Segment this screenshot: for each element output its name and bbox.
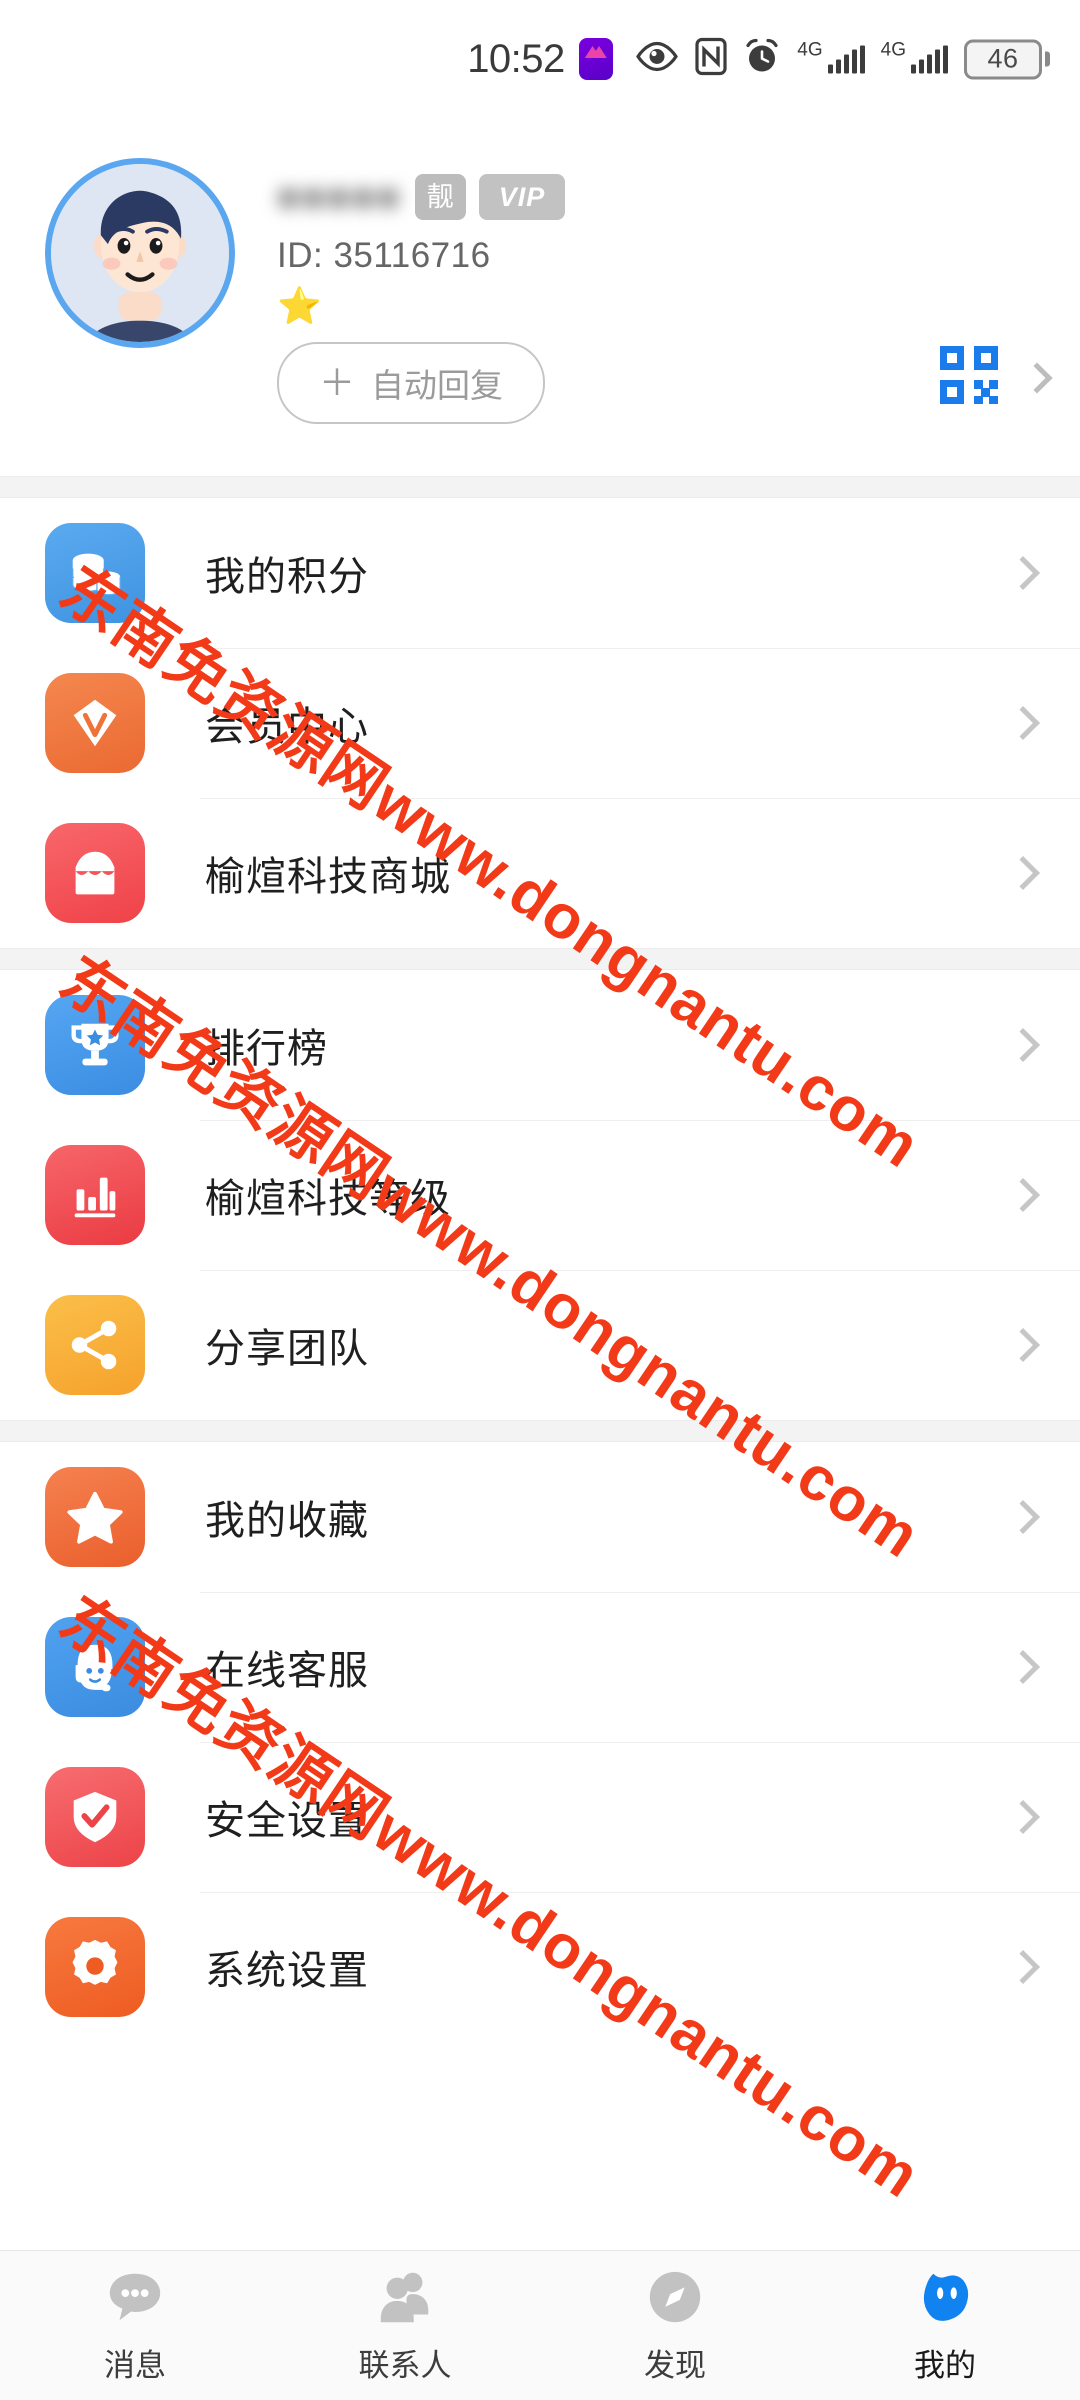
user-id: ID: 35116716 (277, 236, 491, 275)
chevron-right-icon (1006, 1650, 1040, 1684)
tab-contacts-label: 联系人 (358, 2348, 452, 2383)
battery-level-text: 46 (987, 43, 1019, 74)
list-item[interactable]: 在线客服 (0, 1592, 1080, 1742)
share-icon (45, 1295, 145, 1395)
chat-bubble-icon (104, 2266, 166, 2328)
list-item[interactable]: 排行榜 (0, 970, 1080, 1120)
list-item-label: 我的收藏 (205, 1499, 369, 1543)
bottom-navigation: 消息 联系人 发现 我的 (0, 2250, 1080, 2400)
tab-discover[interactable]: 发现 (540, 2251, 810, 2400)
battery-body: 46 (964, 39, 1042, 79)
qr-code-entry[interactable] (938, 344, 1053, 411)
list-item-label: 榆煊科技等级 (205, 1177, 451, 1221)
diamond-icon (45, 673, 145, 773)
menu-group-3: 我的收藏 在线客服 安全设置 系统设置 (0, 1442, 1080, 2042)
battery-indicator: 46 (964, 39, 1050, 79)
chevron-right-icon (1006, 706, 1040, 740)
list-item-label: 排行榜 (205, 1027, 328, 1071)
menu-group-1: 我的积分 会员中心 榆煊科技商城 (0, 498, 1080, 948)
chevron-right-icon (1021, 361, 1053, 394)
eye-icon (635, 41, 679, 77)
chevron-right-icon (1006, 1500, 1040, 1534)
menu-group-2: 排行榜 榆煊科技等级 分享团队 (0, 970, 1080, 1420)
status-badge-vip: VIP (478, 174, 566, 220)
status-bar-icons: 4G 4G 46 (635, 37, 1050, 81)
list-item-label: 榆煊科技商城 (205, 855, 451, 899)
signal-indicator-2: 4G (881, 40, 948, 73)
list-item[interactable]: 我的积分 (0, 498, 1080, 648)
list-item[interactable]: 分享团队 (0, 1270, 1080, 1420)
profile-header[interactable]: ●●●●● 靓 VIP ID: 35116716 ⭐ ＋ 自动回复 (0, 118, 1080, 476)
chevron-right-icon (1006, 556, 1040, 590)
tab-profile-label: 我的 (914, 2348, 976, 2383)
auto-reply-button[interactable]: ＋ 自动回复 (277, 342, 546, 424)
chevron-right-icon (1006, 856, 1040, 890)
alarm-clock-icon (743, 38, 781, 81)
list-item-label: 会员中心 (205, 705, 369, 749)
signal-2-bars (911, 45, 948, 73)
auto-reply-label: 自动回复 (371, 367, 504, 404)
status-bar-clock: 10:52 (467, 36, 565, 81)
chevron-right-icon (1006, 1028, 1040, 1062)
section-divider (0, 1420, 1080, 1442)
list-item-label: 在线客服 (205, 1649, 369, 1693)
contacts-icon (374, 2266, 436, 2328)
chevron-right-icon (1006, 1178, 1040, 1212)
signal-indicator-1: 4G (797, 40, 865, 73)
tab-discover-label: 发现 (644, 2348, 706, 2383)
gear-icon (45, 1917, 145, 2017)
chevron-right-icon (1006, 1328, 1040, 1362)
chevron-right-icon (1006, 1950, 1040, 1984)
list-item-label: 安全设置 (205, 1799, 369, 1843)
section-divider (0, 948, 1080, 970)
list-item-label: 系统设置 (205, 1949, 369, 1993)
list-item-label: 我的积分 (205, 555, 369, 599)
status-bar: 10:52 4G 4G 46 (0, 0, 1080, 118)
tab-messages[interactable]: 消息 (0, 2251, 270, 2400)
customer-service-icon (45, 1617, 145, 1717)
tab-profile[interactable]: 我的 (810, 2251, 1080, 2400)
list-item-label: 分享团队 (205, 1327, 369, 1371)
coins-icon (45, 523, 145, 623)
status-badge-liang: 靓 (414, 174, 466, 220)
list-item[interactable]: 榆煊科技等级 (0, 1120, 1080, 1270)
list-item[interactable]: 榆煊科技商城 (0, 798, 1080, 948)
list-item[interactable]: 我的收藏 (0, 1442, 1080, 1592)
app-notification-icon (578, 38, 613, 80)
bar-chart-icon (45, 1145, 145, 1245)
level-star-row: ⭐ (277, 284, 1080, 328)
shop-icon (45, 823, 145, 923)
signal-2-label: 4G (880, 39, 906, 60)
plus-icon: ＋ (319, 362, 356, 403)
nfc-icon (695, 37, 727, 81)
star-icon (45, 1467, 145, 1567)
qr-code-icon[interactable] (938, 344, 1000, 411)
list-item[interactable]: 会员中心 (0, 648, 1080, 798)
profile-icon (914, 2266, 976, 2328)
list-item[interactable]: 安全设置 (0, 1742, 1080, 1892)
tab-messages-label: 消息 (104, 2348, 166, 2383)
chevron-right-icon (1006, 1800, 1040, 1834)
nickname-row: ●●●●● 靓 VIP (277, 174, 1080, 220)
trophy-icon (45, 995, 145, 1095)
user-avatar-cartoon (51, 164, 229, 342)
signal-1-label: 4G (797, 39, 823, 60)
status-bar-center: 10:52 (467, 37, 613, 82)
tab-contacts[interactable]: 联系人 (270, 2251, 540, 2400)
level-star-icon: ⭐ (277, 285, 322, 326)
shield-check-icon (45, 1767, 145, 1867)
avatar[interactable] (45, 158, 235, 348)
battery-cap (1045, 51, 1050, 67)
nickname: ●●●●● (277, 175, 402, 218)
signal-1-bars (827, 45, 865, 73)
list-item[interactable]: 系统设置 (0, 1892, 1080, 2042)
section-divider (0, 476, 1080, 498)
compass-icon (644, 2266, 706, 2328)
